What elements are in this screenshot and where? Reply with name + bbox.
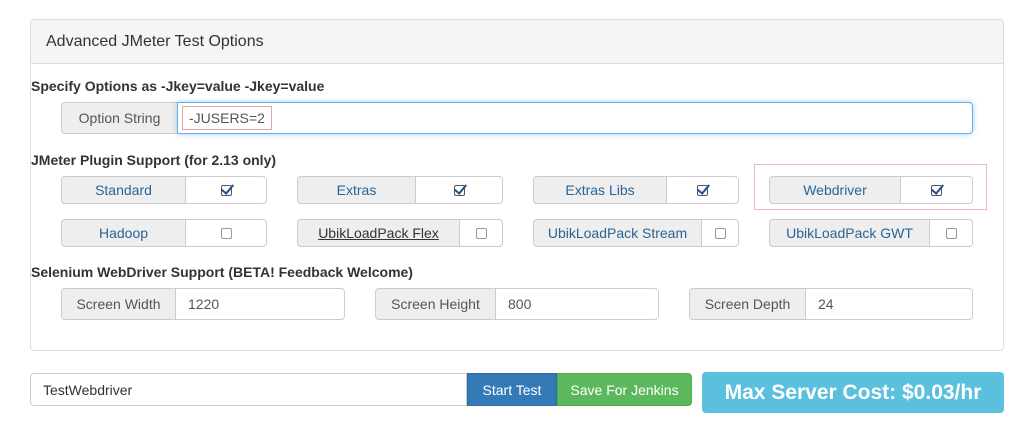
plugin-ubik-gwt-checkbox-cell[interactable]: [929, 219, 973, 247]
plugin-webdriver-label[interactable]: Webdriver: [769, 176, 900, 204]
screen-height-addon: Screen Height: [375, 288, 495, 320]
screen-height-input[interactable]: 800: [495, 288, 659, 320]
option-string-value: -JUSERS=2: [182, 106, 272, 130]
plugin-ubik-flex-text[interactable]: UbikLoadPack Flex: [318, 225, 439, 241]
screen-width-group: Screen Width 1220: [61, 288, 345, 320]
plugin-standard-label[interactable]: Standard: [61, 176, 185, 204]
plugin-extras[interactable]: Extras: [297, 176, 503, 204]
screen-depth-addon: Screen Depth: [689, 288, 805, 320]
plugin-webdriver-checkbox-cell[interactable]: [900, 176, 973, 204]
start-test-button[interactable]: Start Test: [467, 373, 557, 406]
plugins-label: JMeter Plugin Support (for 2.13 only): [31, 152, 277, 168]
plugin-standard-checkbox-cell[interactable]: [185, 176, 267, 204]
plugin-ubik-stream-checkbox-cell[interactable]: [701, 219, 739, 247]
plugin-ubik-gwt[interactable]: UbikLoadPack GWT: [769, 219, 973, 247]
plugin-extras-libs-checkbox-cell[interactable]: [666, 176, 739, 204]
plugin-ubik-stream[interactable]: UbikLoadPack Stream: [533, 219, 739, 247]
plugin-extras-checkbox-cell[interactable]: [415, 176, 503, 204]
screen-width-addon: Screen Width: [61, 288, 175, 320]
plugin-ubik-flex-label[interactable]: UbikLoadPack Flex: [297, 219, 459, 247]
panel-title: Advanced JMeter Test Options: [31, 20, 1003, 64]
plugin-hadoop-label[interactable]: Hadoop: [61, 219, 185, 247]
options-label: Specify Options as -Jkey=value -Jkey=val…: [31, 78, 325, 94]
plugin-ubik-flex-checkbox[interactable]: [475, 227, 487, 239]
screen-height-group: Screen Height 800: [375, 288, 659, 320]
plugin-hadoop-checkbox[interactable]: [220, 227, 232, 239]
plugin-hadoop-checkbox-cell[interactable]: [185, 219, 267, 247]
max-server-cost-badge: Max Server Cost: $0.03/hr: [702, 372, 1004, 413]
plugin-webdriver-checkbox[interactable]: [931, 184, 942, 196]
plugin-ubik-stream-label[interactable]: UbikLoadPack Stream: [533, 219, 701, 247]
plugin-extras-libs[interactable]: Extras Libs: [533, 176, 739, 204]
option-string-group: Option String -JUSERS=2: [61, 102, 973, 134]
plugin-ubik-flex[interactable]: UbikLoadPack Flex: [297, 219, 503, 247]
option-string-addon: Option String: [61, 102, 177, 134]
plugin-ubik-stream-checkbox[interactable]: [714, 227, 726, 239]
plugin-standard-checkbox[interactable]: [220, 184, 232, 196]
screen-depth-input[interactable]: 24: [805, 288, 973, 320]
plugin-extras-label[interactable]: Extras: [297, 176, 415, 204]
plugin-extras-checkbox[interactable]: [453, 184, 465, 196]
screen-width-input[interactable]: 1220: [175, 288, 345, 320]
plugin-ubik-gwt-label[interactable]: UbikLoadPack GWT: [769, 219, 929, 247]
option-string-input[interactable]: -JUSERS=2: [177, 102, 973, 134]
plugin-webdriver[interactable]: Webdriver: [769, 176, 973, 204]
plugin-standard[interactable]: Standard: [61, 176, 267, 204]
selenium-label: Selenium WebDriver Support (BETA! Feedba…: [31, 264, 413, 280]
plugin-extras-libs-checkbox[interactable]: [697, 184, 708, 196]
plugin-ubik-flex-checkbox-cell[interactable]: [459, 219, 503, 247]
plugin-ubik-gwt-checkbox[interactable]: [945, 227, 957, 239]
plugin-extras-libs-label[interactable]: Extras Libs: [533, 176, 666, 204]
plugin-hadoop[interactable]: Hadoop: [61, 219, 267, 247]
test-name-input[interactable]: TestWebdriver: [30, 373, 467, 406]
screen-depth-group: Screen Depth 24: [689, 288, 973, 320]
save-for-jenkins-button[interactable]: Save For Jenkins: [557, 373, 692, 406]
